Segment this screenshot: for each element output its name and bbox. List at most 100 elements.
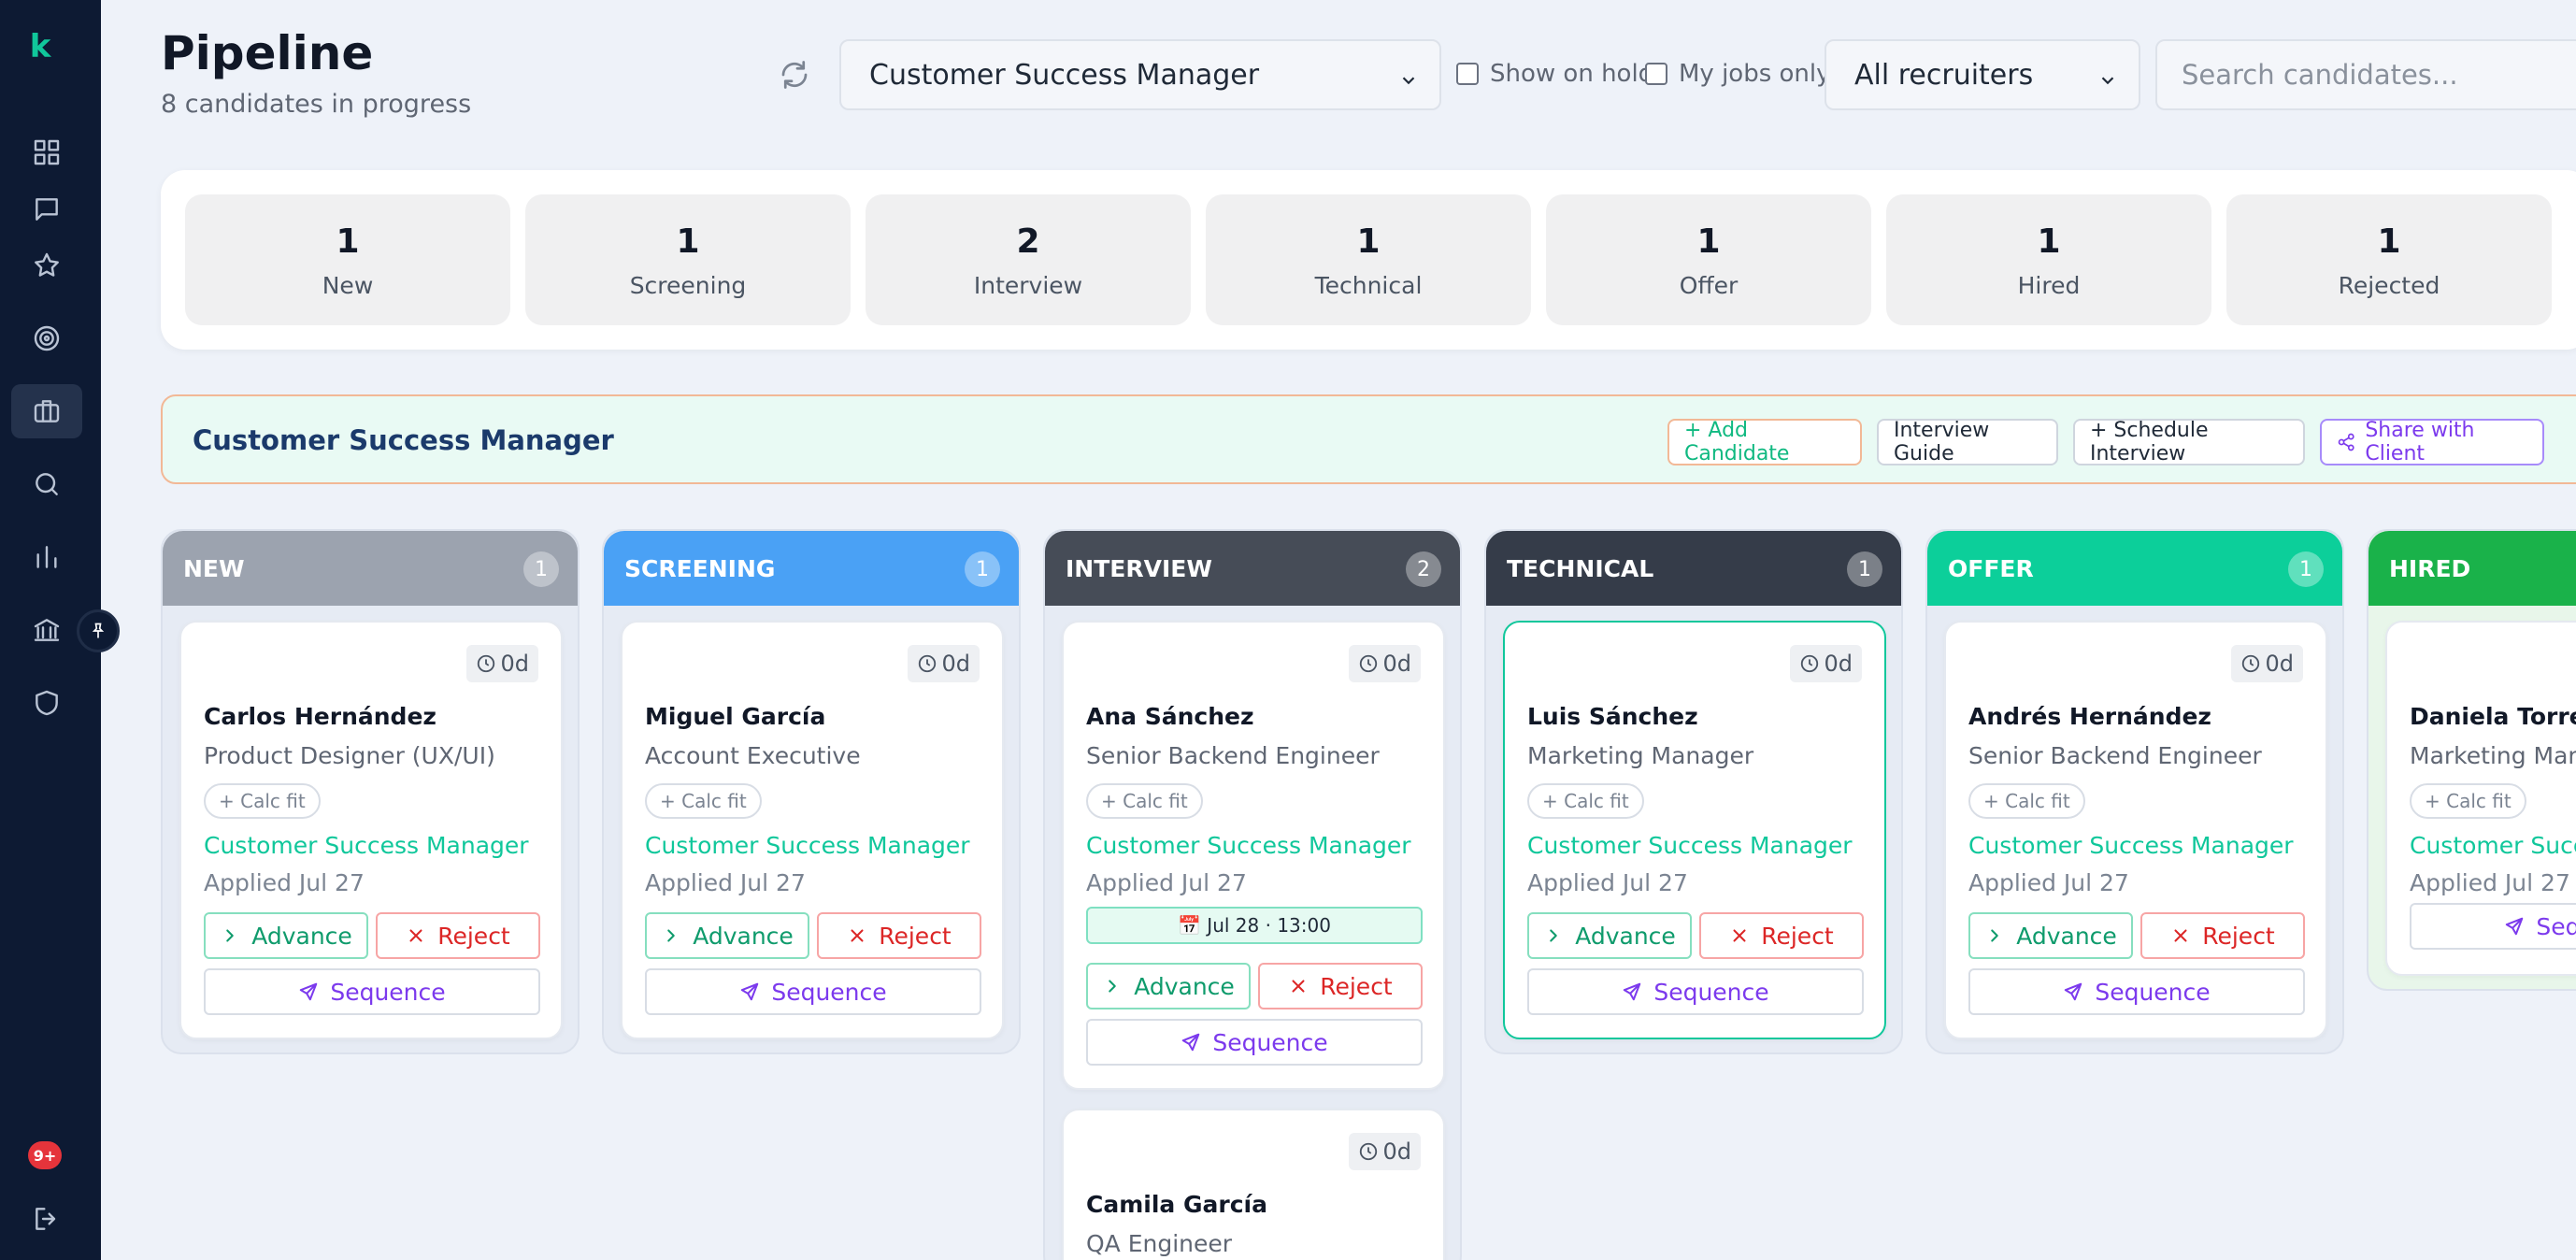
- advance-label: Advance: [1575, 922, 1676, 950]
- advance-label: Advance: [251, 922, 352, 950]
- age-value: 0d: [1382, 1138, 1411, 1165]
- stat-interview[interactable]: 2 Interview: [866, 194, 1191, 325]
- stat-count: 1: [336, 222, 360, 261]
- sequence-button[interactable]: Sequence: [1527, 968, 1864, 1015]
- nav-shield-icon[interactable]: [11, 676, 82, 730]
- calc-fit-button[interactable]: + Calc fit: [204, 783, 321, 819]
- refresh-icon[interactable]: [778, 58, 811, 92]
- reject-button[interactable]: Reject: [817, 912, 981, 959]
- nav-dashboard-icon[interactable]: [11, 125, 82, 179]
- candidate-job[interactable]: Customer Success Manager: [2410, 832, 2576, 859]
- stat-rejected[interactable]: 1 Rejected: [2226, 194, 2552, 325]
- add-candidate-button[interactable]: + Add Candidate: [1667, 419, 1862, 465]
- stat-new[interactable]: 1 New: [185, 194, 510, 325]
- app-logo[interactable]: k: [0, 28, 80, 65]
- reject-label: Reject: [437, 922, 510, 950]
- candidate-name[interactable]: Andrés Hernández: [1968, 703, 2211, 730]
- x-icon: [851, 929, 864, 942]
- sequence-button[interactable]: Sequence: [2410, 903, 2576, 950]
- column-header: NEW 1: [163, 531, 578, 606]
- share-icon: [2338, 433, 2354, 451]
- advance-button[interactable]: Advance: [204, 912, 368, 959]
- reject-button[interactable]: Reject: [1699, 912, 1864, 959]
- stat-hired[interactable]: 1 Hired: [1886, 194, 2211, 325]
- show-on-hold-toggle[interactable]: Show on hold: [1456, 60, 1653, 88]
- scheduled-interview-badge[interactable]: 📅 Jul 28 · 13:00: [1086, 907, 1423, 944]
- applied-date: Applied Jul 27: [645, 869, 806, 896]
- sequence-button[interactable]: Sequence: [1086, 1019, 1423, 1066]
- age-value: 0d: [500, 651, 529, 677]
- stat-technical[interactable]: 1 Technical: [1206, 194, 1531, 325]
- clock-icon: [478, 654, 495, 673]
- candidate-card[interactable]: 0d Carlos Hernández Product Designer (UX…: [179, 621, 563, 1039]
- advance-button[interactable]: Advance: [1086, 963, 1251, 1009]
- candidate-card[interactable]: 0d Luis Sánchez Marketing Manager + Calc…: [1503, 621, 1886, 1039]
- send-icon: [1624, 982, 1641, 1001]
- candidate-name[interactable]: Miguel García: [645, 703, 825, 730]
- reject-button[interactable]: Reject: [2140, 912, 2305, 959]
- clock-icon: [2242, 654, 2260, 673]
- sequence-label: Sequence: [771, 978, 887, 1006]
- candidate-card[interactable]: 0d Miguel García Account Executive + Cal…: [621, 621, 1004, 1039]
- show-on-hold-checkbox[interactable]: [1456, 63, 1479, 85]
- column-title: SCREENING: [624, 554, 776, 582]
- candidate-job[interactable]: Customer Success Manager: [204, 832, 529, 859]
- chevron-right-icon: [667, 929, 675, 942]
- candidate-job[interactable]: Customer Success Manager: [1968, 832, 2294, 859]
- reject-button[interactable]: Reject: [376, 912, 540, 959]
- calc-fit-button[interactable]: + Calc fit: [1527, 783, 1644, 819]
- candidate-job[interactable]: Customer Success Manager: [1527, 832, 1853, 859]
- notification-badge[interactable]: 9+: [28, 1141, 62, 1169]
- chevron-down-icon: [1398, 65, 1419, 86]
- sequence-button[interactable]: Sequence: [645, 968, 981, 1015]
- interview-guide-button[interactable]: Interview Guide: [1877, 419, 2058, 465]
- sequence-button[interactable]: Sequence: [204, 968, 540, 1015]
- nav-messages-icon[interactable]: [11, 182, 82, 236]
- recruiter-filter-select[interactable]: All recruiters: [1825, 39, 2140, 110]
- calc-fit-button[interactable]: + Calc fit: [2410, 783, 2526, 819]
- candidate-card[interactable]: 0d Andrés Hernández Senior Backend Engin…: [1944, 621, 2327, 1039]
- job-title[interactable]: Customer Success Manager: [193, 424, 614, 456]
- candidate-name[interactable]: Luis Sánchez: [1527, 703, 1698, 730]
- advance-button[interactable]: Advance: [1527, 912, 1692, 959]
- job-filter-select[interactable]: Customer Success Manager: [839, 39, 1441, 110]
- candidate-role: Marketing Manager: [2410, 742, 2576, 769]
- calc-fit-button[interactable]: + Calc fit: [1086, 783, 1203, 819]
- search-input[interactable]: Search candidates...: [2155, 39, 2576, 110]
- nav-analytics-icon[interactable]: [11, 530, 82, 584]
- pin-sidebar-icon[interactable]: [77, 609, 120, 652]
- candidate-name[interactable]: Ana Sánchez: [1086, 703, 1254, 730]
- stat-count: 1: [2037, 222, 2061, 261]
- nav-institution-icon[interactable]: [11, 603, 82, 657]
- calc-fit-button[interactable]: + Calc fit: [645, 783, 762, 819]
- sequence-button[interactable]: Sequence: [1968, 968, 2305, 1015]
- candidate-card[interactable]: 0d Ana Sánchez Senior Backend Engineer +…: [1062, 621, 1445, 1090]
- sequence-label: Sequence: [2536, 912, 2576, 940]
- stat-screening[interactable]: 1 Screening: [525, 194, 851, 325]
- candidate-card[interactable]: 0d Camila García QA Engineer: [1062, 1109, 1445, 1260]
- stat-offer[interactable]: 1 Offer: [1546, 194, 1871, 325]
- nav-search-icon[interactable]: [11, 457, 82, 511]
- nav-jobs-briefcase-icon[interactable]: [11, 384, 82, 438]
- advance-button[interactable]: Advance: [645, 912, 809, 959]
- candidate-card[interactable]: Daniela Torres Marketing Manager + Calc …: [2385, 621, 2576, 976]
- chevron-right-icon: [226, 929, 234, 942]
- schedule-interview-button[interactable]: + Schedule Interview: [2073, 419, 2305, 465]
- advance-button[interactable]: Advance: [1968, 912, 2133, 959]
- nav-target-icon[interactable]: [11, 311, 82, 365]
- candidate-job[interactable]: Customer Success Manager: [645, 832, 970, 859]
- candidate-name[interactable]: Camila García: [1086, 1191, 1267, 1218]
- candidate-name[interactable]: Carlos Hernández: [204, 703, 436, 730]
- candidate-name[interactable]: Daniela Torres: [2410, 703, 2576, 730]
- my-jobs-only-checkbox[interactable]: [1645, 63, 1667, 85]
- nav-favorites-icon[interactable]: [11, 238, 82, 293]
- candidate-job[interactable]: Customer Success Manager: [1086, 832, 1411, 859]
- my-jobs-only-toggle[interactable]: My jobs only: [1645, 60, 1831, 88]
- logout-icon[interactable]: [11, 1192, 82, 1246]
- page-subtitle: 8 candidates in progress: [161, 90, 472, 119]
- reject-button[interactable]: Reject: [1258, 963, 1423, 1009]
- chevron-right-icon: [1550, 929, 1557, 942]
- share-with-client-button[interactable]: Share with Client: [2320, 419, 2544, 465]
- share-label: Share with Client: [2365, 419, 2475, 465]
- calc-fit-button[interactable]: + Calc fit: [1968, 783, 2085, 819]
